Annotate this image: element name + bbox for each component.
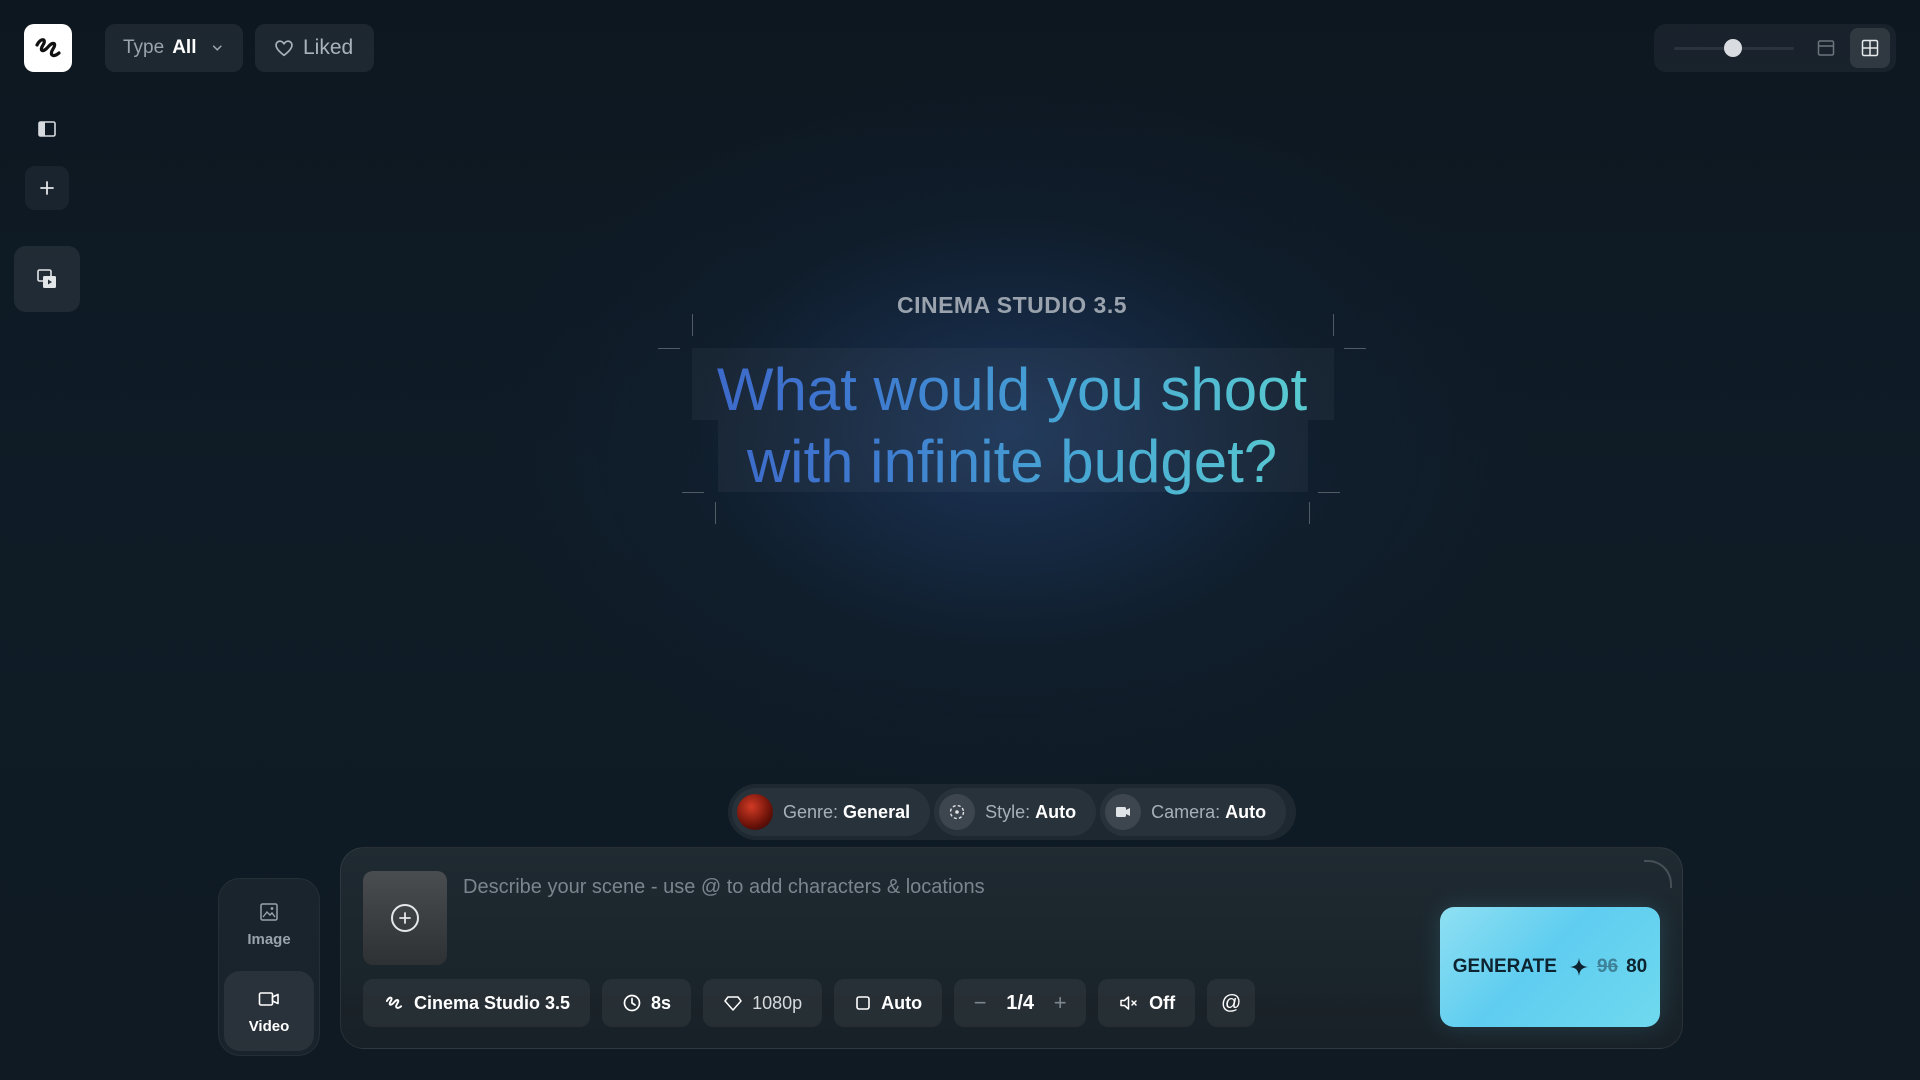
- increase-count-button[interactable]: +: [1046, 990, 1074, 1016]
- hero-headline: What would you shoot with infinite budge…: [658, 354, 1366, 498]
- image-mode-label: Image: [247, 930, 291, 948]
- frame-tick: [692, 314, 693, 336]
- view-controls: [1654, 24, 1896, 72]
- add-reference-button[interactable]: [363, 871, 447, 965]
- generate-label: GENERATE: [1452, 956, 1557, 977]
- hero-headline-line-2: with infinite budget?: [746, 428, 1278, 495]
- resolution-selector[interactable]: 1080p: [703, 979, 823, 1027]
- sparkle-icon: [1569, 958, 1588, 976]
- brand-squiggle-icon: [35, 38, 61, 58]
- new-project-button[interactable]: [25, 166, 69, 210]
- sidebar-toggle-button[interactable]: [24, 106, 70, 152]
- genre-label: Genre: General: [783, 801, 911, 822]
- single-view-button[interactable]: [1806, 28, 1846, 68]
- frame-tick: [1309, 502, 1310, 524]
- frame-tick: [1333, 314, 1334, 336]
- audio-toggle[interactable]: Off: [1098, 979, 1196, 1027]
- style-selector[interactable]: Style: Auto: [934, 788, 1097, 836]
- frame-tick: [658, 348, 680, 349]
- type-filter-dropdown[interactable]: Type All: [105, 24, 243, 72]
- speaker-muted-icon: [1120, 996, 1137, 1010]
- aspect-ratio-label: Auto: [881, 992, 923, 1013]
- liked-filter-button[interactable]: Liked: [255, 24, 374, 72]
- prompt-panel: Cinema Studio 3.5 8s 1080p Auto − 1/4 +: [340, 847, 1683, 1049]
- zoom-slider-handle[interactable]: [1724, 39, 1742, 57]
- frame-tick: [1344, 348, 1366, 349]
- camera-icon: [1105, 794, 1142, 830]
- heart-icon: [275, 40, 293, 57]
- square-icon: [856, 996, 870, 1010]
- clock-icon: [623, 994, 641, 1012]
- resize-handle[interactable]: [1644, 860, 1672, 888]
- grid-icon: [1861, 39, 1879, 57]
- batch-count-stepper: − 1/4 +: [954, 979, 1087, 1027]
- scene-prompt-input[interactable]: [463, 872, 1363, 902]
- type-filter-value: All: [172, 37, 197, 58]
- generation-toolbar: Cinema Studio 3.5 8s 1080p Auto − 1/4 +: [363, 979, 1256, 1027]
- media-library-icon: [37, 269, 56, 288]
- single-column-icon: [1817, 40, 1835, 56]
- audio-label: Off: [1149, 992, 1176, 1013]
- model-label: Cinema Studio 3.5: [414, 992, 571, 1013]
- plus-circle-icon: [391, 904, 419, 932]
- frame-tick: [715, 502, 716, 524]
- style-label: Style: Auto: [985, 801, 1077, 822]
- diamond-icon: [724, 996, 742, 1011]
- type-filter-label: Type: [123, 37, 165, 58]
- brand-squiggle-icon: [385, 996, 403, 1009]
- resolution-label: 1080p: [752, 992, 803, 1013]
- sidebar-toggle-icon: [38, 121, 56, 137]
- decrease-count-button[interactable]: −: [966, 990, 994, 1016]
- app-logo[interactable]: [24, 24, 72, 72]
- plus-icon: [40, 181, 54, 195]
- video-icon: [258, 991, 279, 1006]
- frame-tick: [682, 492, 704, 493]
- batch-count-value: 1/4: [1006, 991, 1035, 1014]
- mode-switch: Image Video: [218, 878, 320, 1056]
- generate-button[interactable]: GENERATE 96 80: [1440, 907, 1660, 1027]
- camera-selector[interactable]: Camera: Auto: [1100, 788, 1287, 836]
- video-mode-label: Video: [248, 1017, 290, 1035]
- hero-headline-line-1: What would you shoot: [716, 356, 1308, 423]
- aspect-ratio-selector[interactable]: Auto: [834, 979, 943, 1027]
- duration-selector[interactable]: 8s: [602, 979, 692, 1027]
- genre-selector[interactable]: Genre: General: [732, 788, 931, 836]
- video-mode-button[interactable]: Video: [224, 971, 314, 1051]
- hero-frame: What would you shoot with infinite budge…: [658, 312, 1366, 528]
- camera-label: Camera: Auto: [1151, 801, 1267, 822]
- image-mode-button[interactable]: Image: [224, 884, 314, 964]
- liked-label: Liked: [303, 36, 354, 59]
- scene-settings-bar: Genre: General Style: Auto Camera: Auto: [728, 784, 1296, 840]
- model-selector[interactable]: Cinema Studio 3.5: [363, 979, 591, 1027]
- duration-label: 8s: [651, 992, 672, 1013]
- chevron-down-icon: [213, 45, 223, 51]
- mention-button[interactable]: @: [1207, 979, 1256, 1027]
- discounted-cost: 80: [1626, 956, 1648, 977]
- original-cost: 96: [1596, 956, 1619, 977]
- style-icon: [939, 794, 976, 830]
- image-icon: [260, 902, 278, 921]
- grid-view-button[interactable]: [1850, 28, 1890, 68]
- frame-tick: [1318, 492, 1340, 493]
- genre-thumbnail: [737, 794, 773, 830]
